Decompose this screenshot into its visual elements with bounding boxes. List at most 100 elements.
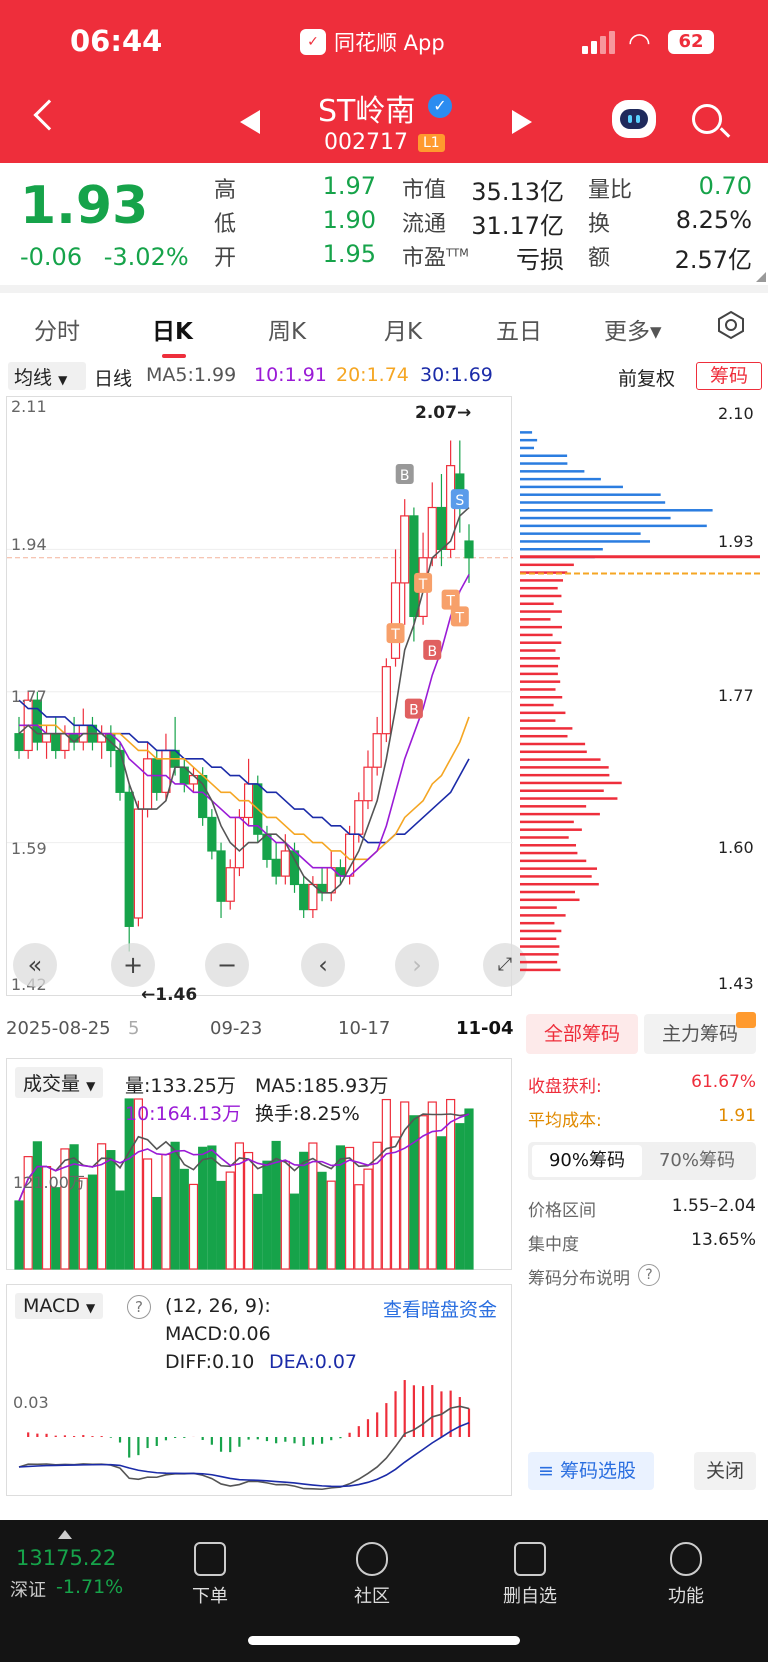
chip-bar [520,914,566,917]
lock-icon [736,1012,756,1028]
chip-bar [520,431,533,434]
ma-select[interactable]: 均线 ▼ [8,362,86,390]
candle-body [216,850,226,902]
ma20-value: 20:1.74 [336,364,409,386]
candle-body [14,733,24,752]
volume-bar [262,1160,272,1270]
candle-body [289,850,300,886]
nav-remove-watch[interactable]: 删自选 [480,1542,580,1608]
quote-label: 换 [588,212,611,237]
trade-mark-label: B [427,644,437,660]
nav-order[interactable]: 下单 [160,1542,260,1608]
pan-right-icon[interactable]: › [395,943,439,987]
chips-toggle-button[interactable]: 筹码 [696,362,762,390]
chip-bar [520,625,562,629]
chevron-down-icon: ▼ [86,1079,96,1093]
pan-left-icon[interactable]: ‹ [301,943,345,987]
avg-cost-value: 1.91 [718,1106,756,1126]
adjust-toggle[interactable]: 前复权 [618,364,675,391]
kline-pane[interactable]: BSTTTBBT 2.11 1.94 1.77 1.59 1.42 2.07→ … [6,396,527,1005]
volume-bar [152,1196,162,1270]
quote-label: 市值 [402,178,447,203]
ma5-value: MA5:1.99 [146,364,237,386]
volume-select[interactable]: 成交量 ▼ [15,1067,104,1098]
turnover-rate: 换手:8.25% [255,1103,360,1125]
volume-bar [188,1183,199,1270]
chip-bar [520,750,587,754]
macd-pane[interactable]: MACD ▼ ? (12, 26, 9): 查看暗盘资金 MACD:0.06 D… [6,1284,512,1496]
tab-monthly-k[interactable]: 月K [384,312,422,346]
battery-icon: 62 [668,30,714,54]
nav-functions[interactable]: 功能 [636,1542,736,1608]
chip-bar [520,649,556,652]
volume-bar [198,1146,208,1270]
ma10-value: 10:1.91 [254,364,327,386]
volume-pane[interactable]: 成交量 ▼ 量:133.25万 MA5:185.93万 10:164.13万 换… [6,1058,512,1270]
candle-body [161,749,171,793]
tab-all-chips[interactable]: 全部筹码 [526,1014,638,1054]
tab-five-day[interactable]: 五日 [496,312,542,346]
quote-expand-icon[interactable] [756,272,766,282]
dea-value: DEA:0.07 [269,1351,358,1373]
home-indicator[interactable] [248,1636,520,1645]
tab-weekly-k[interactable]: 周K [268,312,306,346]
chip-bar [520,805,587,808]
concentration-row: 集中度 13.65% [528,1230,756,1255]
zoom-out-icon[interactable]: − [205,943,249,987]
concentration-value: 13.65% [691,1230,756,1250]
chip-bar [520,968,561,972]
macd-value: MACD:0.06 [165,1323,271,1345]
volume-bar [243,1151,254,1270]
change-value: -0.06 [20,243,83,271]
chip-bar [520,563,574,567]
back-icon[interactable] [33,99,65,131]
candle-body [225,867,235,902]
volume-ma5: MA5:185.93万 [255,1075,389,1097]
tab-intraday[interactable]: 分时 [34,312,80,346]
zoom-out-all-icon[interactable]: « [13,943,57,987]
assistant-robot-icon[interactable] [612,100,656,138]
volume-y-label: 121.00万 [13,1173,85,1192]
kline-chart: BSTTTBBT [7,440,513,952]
trade-mark-label: T [455,610,465,626]
dark-pool-link[interactable]: 查看暗盘资金 [383,1295,497,1322]
close-chips-button[interactable]: 关闭 [694,1452,756,1490]
search-icon[interactable] [692,104,722,134]
chip-stock-pick-button[interactable]: ≡ 筹码选股 [528,1452,654,1490]
chip-bar [520,867,598,870]
avg-cost-row: 平均成本: 1.91 [528,1106,756,1131]
menu-icon [670,1542,702,1576]
kline-y-label: 1.59 [11,839,47,858]
index-value[interactable]: 13175.22 [16,1546,116,1570]
settings-hex-icon[interactable] [716,310,746,340]
help-icon[interactable]: ? [638,1264,660,1286]
diff-value: DIFF:0.10 [165,1351,255,1373]
chip-bar [520,719,556,722]
macd-select-label: MACD [23,1295,80,1317]
candle-body [436,506,447,551]
chip-explain-row[interactable]: 筹码分布说明 ? [528,1264,756,1289]
candle-body [207,816,217,852]
volume-bar [280,1160,290,1270]
prev-stock-icon[interactable] [240,110,260,134]
seg-70-chips[interactable]: 70%筹码 [642,1145,752,1177]
help-icon[interactable]: ? [127,1295,151,1319]
diff-line [18,1405,470,1491]
chip-bar [520,696,563,699]
chip-bar [520,579,564,582]
tab-more[interactable]: 更多▾ [604,312,662,346]
volume-bar [170,1141,180,1270]
x-label-partial: 5 [128,1018,140,1039]
nav-community[interactable]: 社区 [322,1542,422,1608]
period-label: 日线 [94,368,133,390]
signal-icon [582,30,622,54]
expand-up-icon[interactable] [58,1530,72,1539]
seg-90-chips[interactable]: 90%筹码 [532,1145,642,1177]
macd-select[interactable]: MACD ▼ [15,1293,104,1319]
zoom-in-icon[interactable]: + [111,943,155,987]
tab-daily-k[interactable]: 日K [152,312,193,346]
next-stock-icon[interactable] [512,110,532,134]
remove-watch-icon [514,1542,546,1576]
candle-body [124,791,134,927]
quote-label: 量比 [588,178,633,203]
